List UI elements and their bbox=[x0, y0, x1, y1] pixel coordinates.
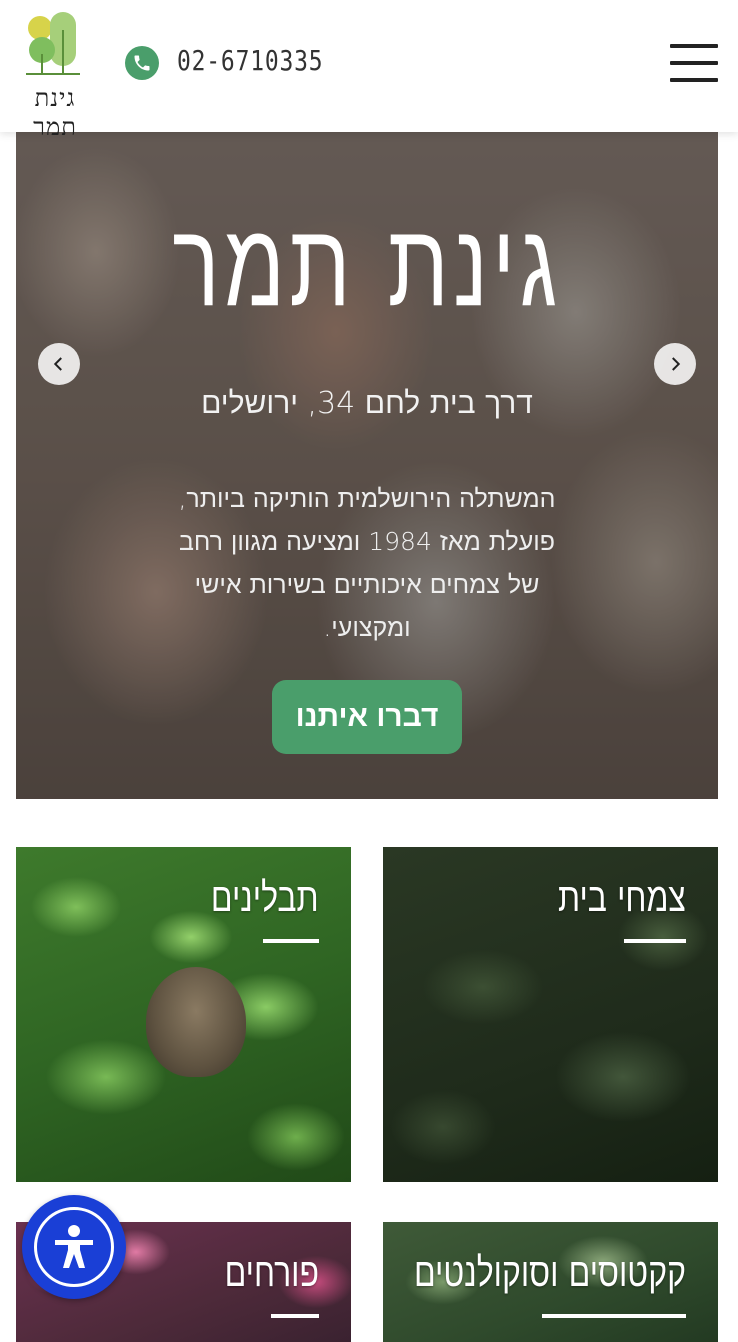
hamburger-menu-icon[interactable] bbox=[670, 44, 718, 84]
slider-prev-button[interactable] bbox=[38, 343, 80, 385]
phone-icon[interactable] bbox=[125, 46, 159, 80]
category-card-houseplants[interactable]: צמחי בית bbox=[383, 847, 718, 1182]
hero-description: המשתלה הירושלמית הותיקה ביותר, פועלת מאז… bbox=[178, 484, 556, 642]
menu-bar bbox=[670, 61, 718, 65]
title-underline bbox=[542, 1314, 686, 1318]
category-title: תבלינים bbox=[211, 875, 319, 921]
accessibility-button[interactable] bbox=[22, 1195, 126, 1299]
category-card-cacti[interactable]: קקטוסים וסוקולנטים bbox=[383, 1222, 718, 1342]
accessibility-icon bbox=[34, 1207, 114, 1287]
chevron-right-icon bbox=[672, 357, 681, 371]
category-title: פורחים bbox=[224, 1250, 319, 1296]
contact-us-button[interactable]: דברו איתנו bbox=[272, 680, 462, 754]
chevron-left-icon bbox=[53, 357, 62, 371]
category-title: צמחי בית bbox=[558, 875, 686, 921]
slider-next-button[interactable] bbox=[654, 343, 696, 385]
logo-trees-icon bbox=[26, 12, 80, 75]
hero-address: דרך בית לחם 34, ירושלים bbox=[201, 386, 533, 421]
site-header: גינת תמר 02-6710335 bbox=[0, 0, 738, 141]
hero-title: גינת תמר bbox=[172, 195, 562, 333]
site-logo[interactable]: גינת תמר bbox=[16, 10, 94, 141]
menu-bar bbox=[670, 78, 718, 82]
menu-bar bbox=[670, 44, 718, 48]
phone-number-link[interactable]: 02-6710335 bbox=[177, 44, 323, 77]
title-underline bbox=[263, 939, 319, 943]
title-underline bbox=[624, 939, 686, 943]
hero-slider: גינת תמר דרך בית לחם 34, ירושלים המשתלה … bbox=[16, 132, 718, 799]
category-title: קקטוסים וסוקולנטים bbox=[414, 1250, 686, 1296]
title-underline bbox=[271, 1314, 319, 1318]
logo-text: גינת תמר bbox=[33, 84, 77, 141]
frog-image bbox=[146, 967, 246, 1077]
category-card-herbs[interactable]: תבלינים bbox=[16, 847, 351, 1182]
